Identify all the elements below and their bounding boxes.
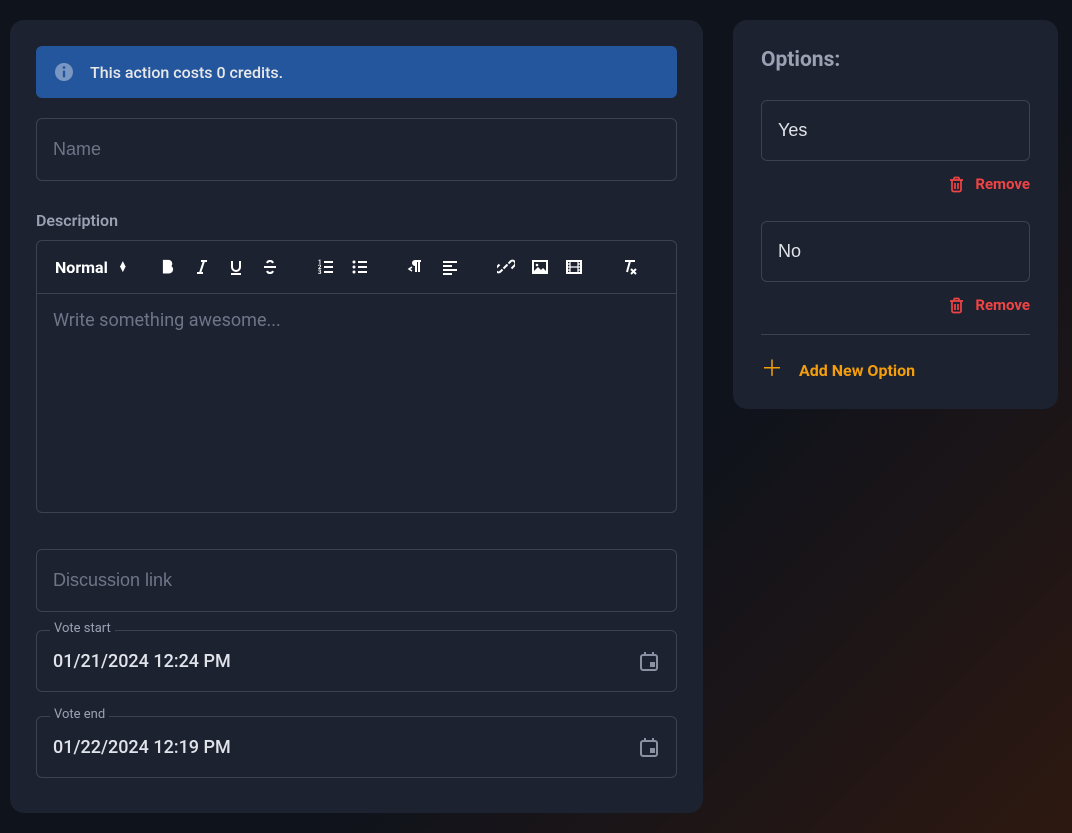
banner-text: This action costs 0 credits.: [90, 63, 283, 82]
calendar-icon[interactable]: [638, 650, 660, 672]
remove-option-button[interactable]: Remove: [761, 296, 1030, 314]
image-button[interactable]: [526, 253, 554, 281]
video-button[interactable]: [560, 253, 588, 281]
editor-toolbar: Normal ▲▼ 123: [37, 241, 676, 294]
vote-end-value: 01/22/2024 12:19 PM: [53, 737, 231, 758]
strikethrough-button[interactable]: [256, 253, 284, 281]
discussion-link-input[interactable]: [36, 549, 677, 612]
option-input[interactable]: [761, 100, 1030, 161]
description-textarea[interactable]: Write something awesome...: [37, 294, 676, 512]
ordered-list-button[interactable]: 123: [312, 253, 340, 281]
bold-button[interactable]: [154, 253, 182, 281]
trash-icon: [948, 176, 965, 193]
format-select-arrows-icon[interactable]: ▲▼: [118, 262, 128, 272]
trash-icon: [948, 297, 965, 314]
vote-start-value: 01/21/2024 12:24 PM: [53, 651, 231, 672]
add-option-button[interactable]: ＋ Add New Option: [761, 359, 1030, 381]
format-select[interactable]: Normal: [55, 258, 108, 277]
remove-label: Remove: [975, 296, 1030, 314]
option-item: Remove: [761, 221, 1030, 314]
options-divider: [761, 334, 1030, 335]
options-panel: Options: Remove Remove ＋ Add New Option: [733, 20, 1058, 409]
vote-end-input[interactable]: 01/22/2024 12:19 PM: [36, 716, 677, 778]
description-label: Description: [36, 211, 677, 230]
calendar-icon[interactable]: [638, 736, 660, 758]
option-item: Remove: [761, 100, 1030, 193]
rich-text-editor: Normal ▲▼ 123: [36, 240, 677, 513]
unordered-list-button[interactable]: [346, 253, 374, 281]
italic-button[interactable]: [188, 253, 216, 281]
underline-button[interactable]: [222, 253, 250, 281]
remove-option-button[interactable]: Remove: [761, 175, 1030, 193]
plus-icon: ＋: [761, 359, 783, 381]
vote-start-input[interactable]: 01/21/2024 12:24 PM: [36, 630, 677, 692]
vote-start-label: Vote start: [50, 621, 115, 636]
text-direction-button[interactable]: [402, 253, 430, 281]
name-input[interactable]: [36, 118, 677, 181]
vote-end-field: Vote end 01/22/2024 12:19 PM: [36, 716, 677, 778]
svg-text:3: 3: [318, 269, 322, 276]
remove-label: Remove: [975, 175, 1030, 193]
options-title: Options:: [761, 48, 1030, 72]
option-input[interactable]: [761, 221, 1030, 282]
info-icon: [54, 62, 74, 82]
main-form-panel: This action costs 0 credits. Description…: [10, 20, 703, 813]
credits-banner: This action costs 0 credits.: [36, 46, 677, 98]
add-option-label: Add New Option: [799, 361, 915, 380]
clear-format-button[interactable]: [616, 253, 644, 281]
link-button[interactable]: [492, 253, 520, 281]
vote-start-field: Vote start 01/21/2024 12:24 PM: [36, 630, 677, 692]
align-button[interactable]: [436, 253, 464, 281]
vote-end-label: Vote end: [50, 707, 109, 722]
